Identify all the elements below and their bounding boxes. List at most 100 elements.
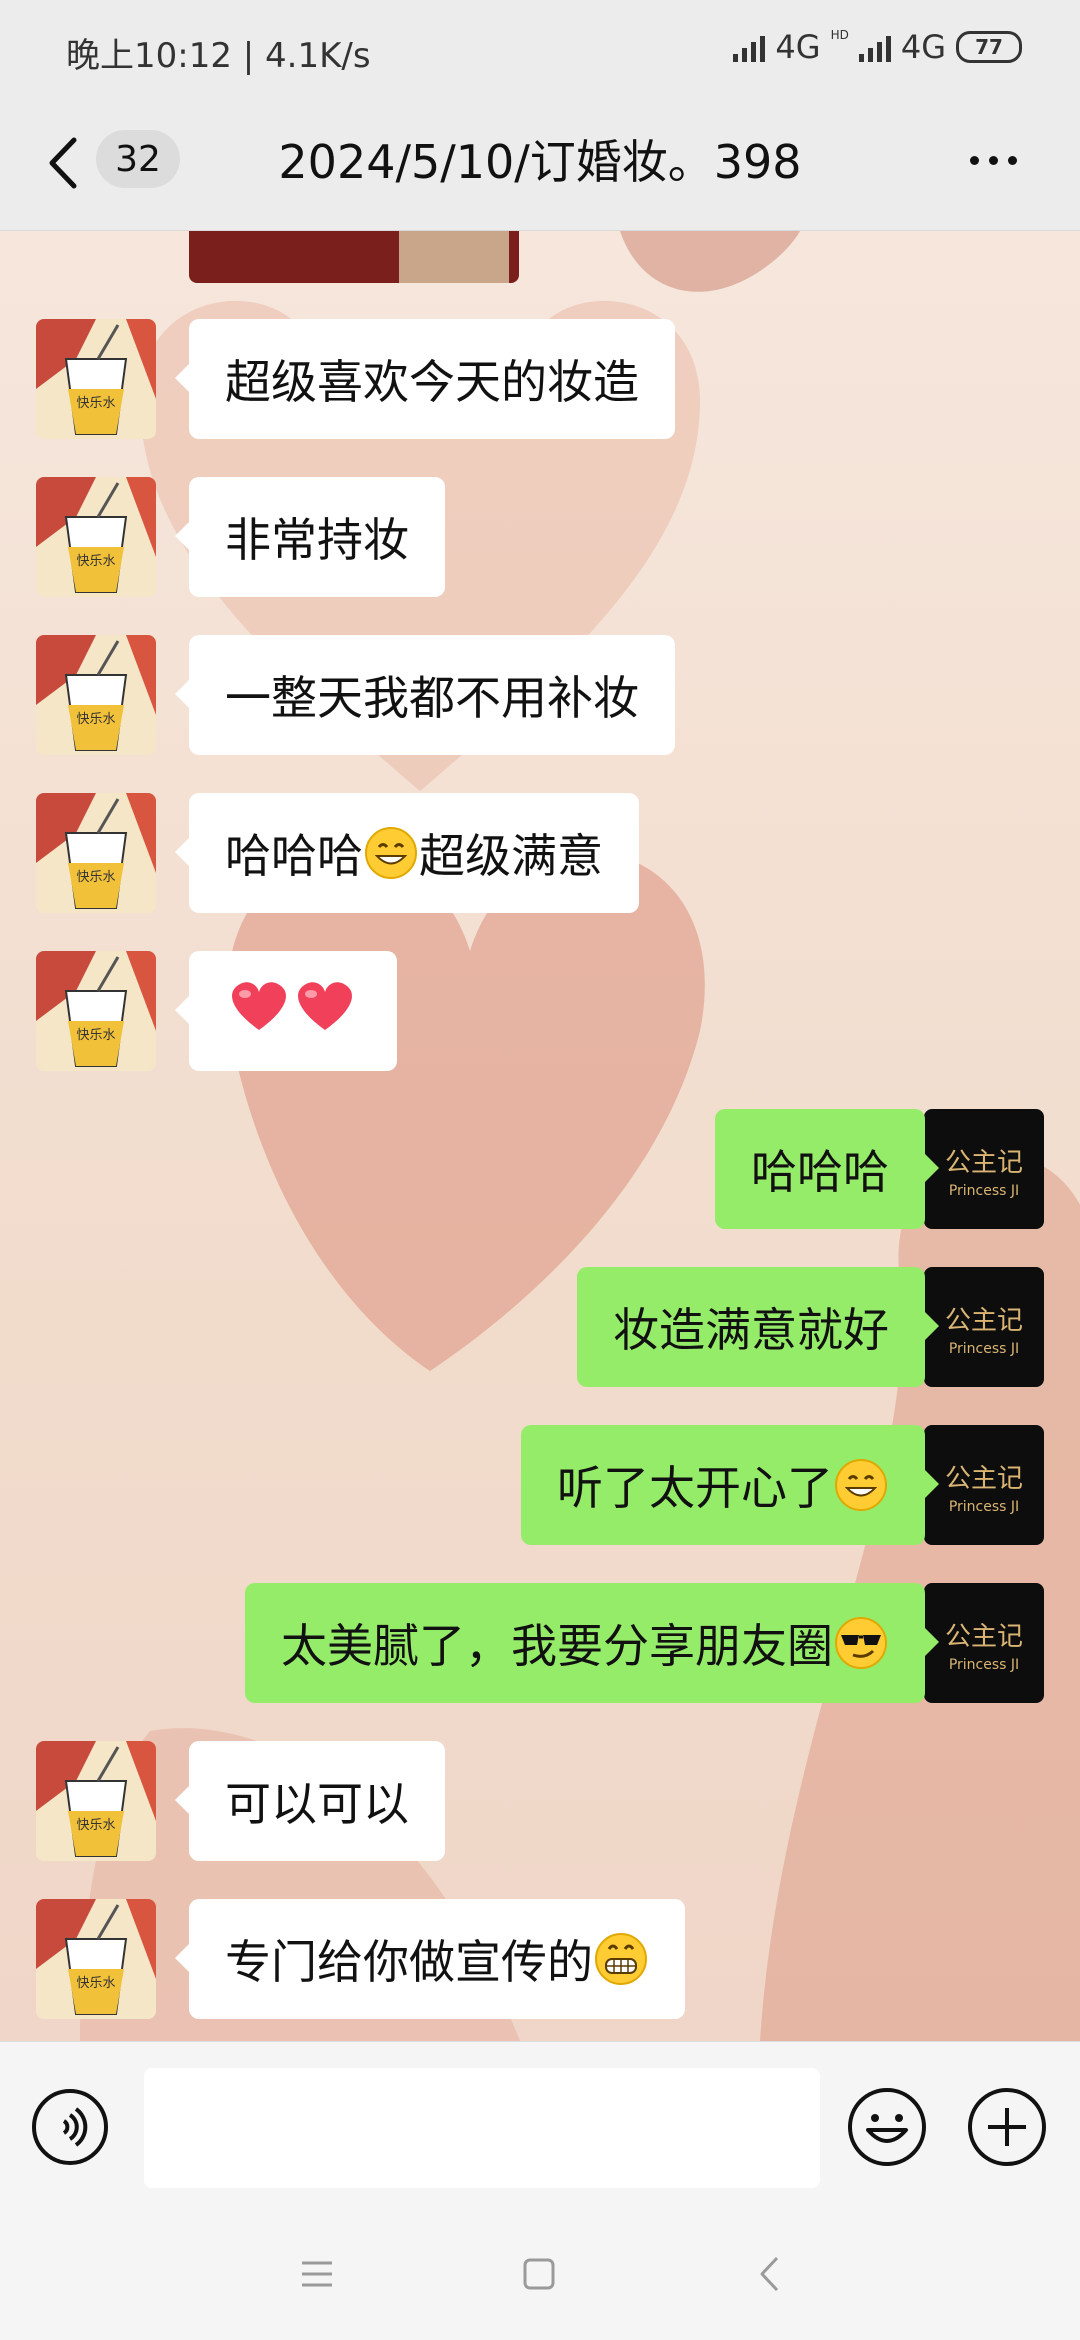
grinning-emoji-icon [363,825,419,881]
message-bubble-incoming[interactable]: 哈哈哈 超级满意 [175,793,639,913]
menu-icon[interactable] [300,2259,334,2289]
message-bubble-outgoing[interactable]: 哈哈哈 [715,1109,939,1229]
back-button[interactable] [36,128,96,198]
svg-text:公主记: 公主记 [945,1622,1023,1652]
svg-text:快乐水: 快乐水 [76,1976,115,1991]
chat-header: 32 2024/5/10/订婚妆。398 [0,100,1080,231]
message-row: 公主记 Princess JI 太美腻了，我要分享朋友圈 [0,1583,1080,1705]
contact-avatar[interactable]: 快乐水 [36,793,156,913]
dot-icon [970,155,979,165]
message-bubble-incoming[interactable]: 一整天我都不用补妆 [175,635,675,755]
svg-text:快乐水: 快乐水 [76,396,115,411]
message-text: 专门给你做宣传的 [225,1935,593,1989]
drink-cup-avatar-icon: 快乐水 [36,951,156,1071]
hd-label: HD [830,28,849,42]
chat-area[interactable]: 快乐水 超级喜欢今天的妆造 快乐水 非常持妆 快乐水 一整天我都不用补妆 快乐水… [0,231,1080,2041]
contact-avatar[interactable]: 快乐水 [36,1899,156,2019]
message-bubble-incoming[interactable]: 非常持妆 [175,477,445,597]
svg-text:公主记: 公主记 [945,1464,1023,1494]
message-row: 公主记 Princess JI 听了太开心了 [0,1425,1080,1547]
voice-button[interactable] [30,2087,110,2167]
message-text: 非常持妆 [225,513,409,567]
voice-icon [32,2089,108,2165]
princess-ji-logo-icon: 公主记 Princess JI [924,1267,1044,1387]
self-avatar[interactable]: 公主记 Princess JI [924,1109,1044,1229]
home-square-icon[interactable] [522,2257,556,2291]
dot-icon [1008,155,1017,165]
svg-text:公主记: 公主记 [945,1148,1023,1178]
svg-text:Princess JI: Princess JI [949,1183,1019,1199]
princess-ji-logo-icon: 公主记 Princess JI [924,1583,1044,1703]
chevron-left-icon [49,137,77,189]
dot-icon [989,155,998,165]
message-row: 公主记 Princess JI 哈哈哈 [0,1109,1080,1231]
drink-cup-avatar-icon: 快乐水 [36,319,156,439]
drink-cup-avatar-icon: 快乐水 [36,1741,156,1861]
svg-text:快乐水: 快乐水 [76,712,115,727]
contact-avatar[interactable]: 快乐水 [36,951,156,1071]
grinning-emoji-icon [833,1457,889,1513]
message-text: 超级喜欢今天的妆造 [225,355,639,409]
message-row: 快乐水 哈哈哈 超级满意 [0,793,1080,915]
drink-cup-avatar-icon: 快乐水 [36,793,156,913]
plus-circle-icon [968,2088,1046,2166]
message-text: 哈哈哈 [225,829,363,883]
signal-icon-2 [858,32,891,62]
message-text-after: 超级满意 [419,829,603,883]
drink-cup-avatar-icon: 快乐水 [36,477,156,597]
message-input[interactable] [144,2068,820,2188]
drink-cup-avatar-icon: 快乐水 [36,635,156,755]
message-text: 哈哈哈 [751,1145,889,1199]
contact-avatar[interactable]: 快乐水 [36,477,156,597]
two-hearts-emoji-icon [225,976,361,1047]
princess-ji-logo-icon: 公主记 Princess JI [924,1425,1044,1545]
message-text: 可以可以 [225,1777,409,1831]
message-bubble-incoming[interactable]: 专门给你做宣传的 [175,1899,685,2019]
input-bar [0,2041,1080,2212]
message-bubble-outgoing[interactable]: 听了太开心了 [521,1425,939,1545]
svg-text:快乐水: 快乐水 [76,1028,115,1043]
smirk-sunglasses-emoji-icon [833,1615,889,1671]
self-avatar[interactable]: 公主记 Princess JI [924,1425,1044,1545]
image-message-partial[interactable] [189,231,519,283]
message-text: 一整天我都不用补妆 [225,671,639,725]
message-row: 快乐水 [0,951,1080,1073]
more-options-button[interactable] [970,140,1030,180]
self-avatar[interactable]: 公主记 Princess JI [924,1583,1044,1703]
grimacing-emoji-icon [593,1931,649,1987]
system-nav-bar [0,2211,1080,2340]
svg-text:Princess JI: Princess JI [949,1499,1019,1515]
svg-text:快乐水: 快乐水 [76,554,115,569]
svg-text:快乐水: 快乐水 [76,870,115,885]
chat-title: 2024/5/10/订婚妆。398 [278,135,802,189]
self-avatar[interactable]: 公主记 Princess JI [924,1267,1044,1387]
network-label-2: 4G [900,28,946,66]
message-row: 快乐水 一整天我都不用补妆 [0,635,1080,757]
message-bubble-incoming[interactable]: 超级喜欢今天的妆造 [175,319,675,439]
emoji-button[interactable] [846,2086,928,2168]
message-bubble-incoming[interactable] [175,951,397,1071]
status-icons: 4G HD 4G 77 [733,28,1022,66]
message-text: 太美腻了，我要分享朋友圈 [281,1619,833,1673]
svg-text:快乐水: 快乐水 [76,1818,115,1833]
svg-text:Princess JI: Princess JI [949,1341,1019,1357]
message-bubble-outgoing[interactable]: 太美腻了，我要分享朋友圈 [245,1583,939,1703]
message-row: 快乐水 非常持妆 [0,477,1080,599]
contact-avatar[interactable]: 快乐水 [36,635,156,755]
drink-cup-avatar-icon: 快乐水 [36,1899,156,2019]
network-label-1: 4G [775,28,821,66]
battery-icon: 77 [956,31,1022,63]
contact-avatar[interactable]: 快乐水 [36,319,156,439]
back-triangle-icon[interactable] [758,2255,780,2293]
message-row: 快乐水 专门给你做宣传的 [0,1899,1080,2021]
smiley-icon [848,2088,926,2166]
more-functions-button[interactable] [966,2086,1048,2168]
message-bubble-incoming[interactable]: 可以可以 [175,1741,445,1861]
svg-text:Princess JI: Princess JI [949,1657,1019,1673]
message-text: 妆造满意就好 [613,1303,889,1357]
signal-icon [733,32,766,62]
contact-avatar[interactable]: 快乐水 [36,1741,156,1861]
message-bubble-outgoing[interactable]: 妆造满意就好 [577,1267,939,1387]
message-row: 公主记 Princess JI 妆造满意就好 [0,1267,1080,1389]
unread-count-badge[interactable]: 32 [96,130,180,188]
